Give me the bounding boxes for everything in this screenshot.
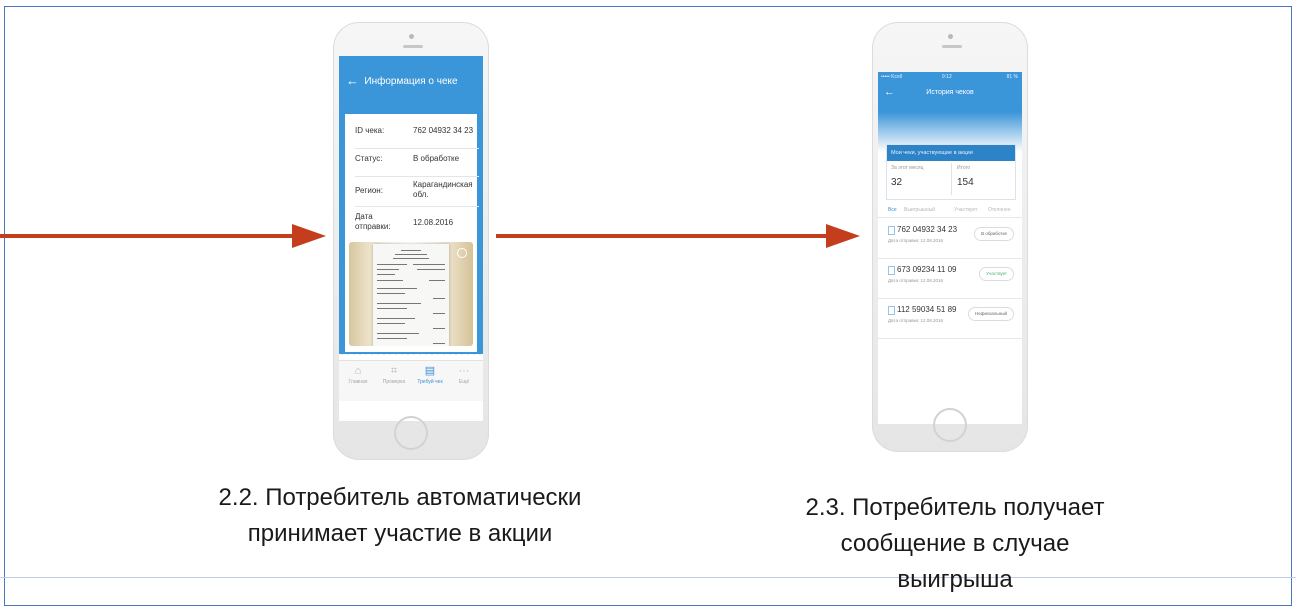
- home-button[interactable]: [394, 416, 428, 450]
- field-row-id: ID чека: 762 04932 34 23: [355, 126, 479, 149]
- status-badge: Участвует: [979, 267, 1014, 281]
- filter-tabs: Все Выигрышный Участвует Отклонен: [878, 205, 1022, 218]
- caption-line: выигрыша: [897, 566, 1013, 593]
- tab-bar: ⌂ Главная ⌗ Проверка ▤ Требуй чек ··· Ещ…: [339, 360, 483, 401]
- tab-home[interactable]: ⌂ Главная: [339, 365, 377, 385]
- carrier-label: ••••• Kcell: [881, 74, 902, 80]
- receipt-list-item[interactable]: 112 59034 51 89 Дата отправки: 12.08.201…: [878, 298, 1022, 339]
- speaker-grille: [403, 45, 423, 48]
- field-label: ID чека:: [355, 126, 385, 135]
- caption-line: 2.2. Потребитель автоматически: [218, 484, 582, 511]
- tab-label: Проверка: [382, 379, 406, 385]
- field-value: 762 04932 34 23: [413, 126, 474, 135]
- receipt-date: Дата отправки: 12.08.2016: [888, 318, 944, 323]
- card-wavy-edge: [339, 352, 483, 358]
- receipt-date: Дата отправки: 12.08.2016: [888, 238, 944, 243]
- summary-title: Мои чеки, участвующие в акции: [887, 145, 1015, 161]
- phone2-title: История чеков: [926, 89, 974, 96]
- field-row-region: Регион: Карагандинская обл.: [355, 180, 479, 207]
- status-badge: Нефискальный: [968, 307, 1014, 321]
- receipt-icon: [888, 226, 895, 235]
- receipt-number: 673 09234 11 09: [897, 265, 957, 274]
- receipt-photo[interactable]: [349, 242, 473, 346]
- home-button[interactable]: [933, 408, 967, 442]
- field-value: Карагандинская обл.: [413, 180, 473, 199]
- tab-require-receipt[interactable]: ▤ Требуй чек: [411, 365, 449, 385]
- total-value: 154: [957, 177, 974, 188]
- field-value: 12.08.2016: [413, 218, 454, 227]
- phone-receipt-info: ← Информация о чеке ID чека: 762 04932 3…: [333, 22, 489, 460]
- zoom-icon[interactable]: [457, 248, 467, 258]
- tab-label: Ещё: [458, 379, 470, 385]
- summary-card: Мои чеки, участвующие в акции За этот ме…: [886, 144, 1016, 200]
- filter-all[interactable]: Все: [888, 207, 897, 213]
- phone1-title: Информация о чеке: [364, 76, 458, 87]
- filter-winning[interactable]: Выигрышный: [904, 207, 935, 213]
- receipt-icon: [888, 306, 895, 315]
- month-label: За этот месяц: [891, 165, 924, 171]
- field-label: Дата отправки:: [355, 212, 391, 231]
- right-arrow: [496, 224, 860, 248]
- left-arrow: [0, 224, 326, 248]
- phone-receipt-history: ••••• Kcell 9:12 81 % ← История чеков Мо…: [872, 22, 1028, 452]
- receipt-icon: ▤: [424, 365, 436, 377]
- month-value: 32: [891, 177, 903, 188]
- phone1-screen: ← Информация о чеке ID чека: 762 04932 3…: [339, 56, 483, 421]
- clock-label: 9:12: [942, 74, 952, 80]
- home-icon: ⌂: [354, 365, 362, 377]
- camera-icon: [948, 34, 953, 39]
- caption-line: сообщение в случае: [840, 530, 1070, 557]
- field-label: Регион:: [355, 186, 383, 195]
- tab-label: Требуй чек: [417, 379, 443, 385]
- camera-icon: [409, 34, 414, 39]
- field-value: В обработке: [413, 154, 460, 163]
- total-label: Итого: [957, 165, 971, 171]
- field-label: Статус:: [355, 154, 383, 163]
- receipt-list-item[interactable]: 762 04932 34 23 Дата отправки: 12.08.201…: [878, 218, 1022, 259]
- field-row-status: Статус: В обработке: [355, 154, 479, 177]
- phone2-screen: ••••• Kcell 9:12 81 % ← История чеков Мо…: [878, 72, 1022, 424]
- tab-check[interactable]: ⌗ Проверка: [375, 365, 413, 385]
- phone2-header: ••••• Kcell 9:12 81 % ← История чеков: [878, 72, 1022, 112]
- filter-rejected[interactable]: Отклонен: [988, 207, 1010, 213]
- receipt-number: 112 59034 51 89: [897, 305, 957, 314]
- more-icon: ···: [458, 365, 470, 377]
- caption-left: 2.2. Потребитель автоматически принимает…: [110, 480, 690, 552]
- filter-participating[interactable]: Участвует: [954, 207, 977, 213]
- receipt-icon: [888, 266, 895, 275]
- receipt-paper: [373, 244, 449, 346]
- caption-line: 2.3. Потребитель получает: [805, 494, 1105, 521]
- receipt-info-card: ID чека: 762 04932 34 23 Статус: В обраб…: [345, 114, 479, 352]
- receipt-date: Дата отправки: 12.08.2016: [888, 278, 944, 283]
- tab-more[interactable]: ··· Ещё: [445, 365, 483, 385]
- caption-line: принимает участие в акции: [247, 520, 553, 547]
- receipt-number: 762 04932 34 23: [897, 225, 958, 234]
- caption-right: 2.3. Потребитель получает сообщение в сл…: [700, 490, 1210, 598]
- tab-label: Главная: [348, 379, 368, 385]
- field-row-date: Дата отправки: 12.08.2016: [355, 212, 479, 238]
- status-badge: В обработке: [974, 227, 1014, 241]
- receipt-list-item[interactable]: 673 09234 11 09 Дата отправки: 12.08.201…: [878, 258, 1022, 299]
- battery-label: 81 %: [1006, 74, 1018, 80]
- speaker-grille: [942, 45, 962, 48]
- scan-icon: ⌗: [390, 365, 398, 377]
